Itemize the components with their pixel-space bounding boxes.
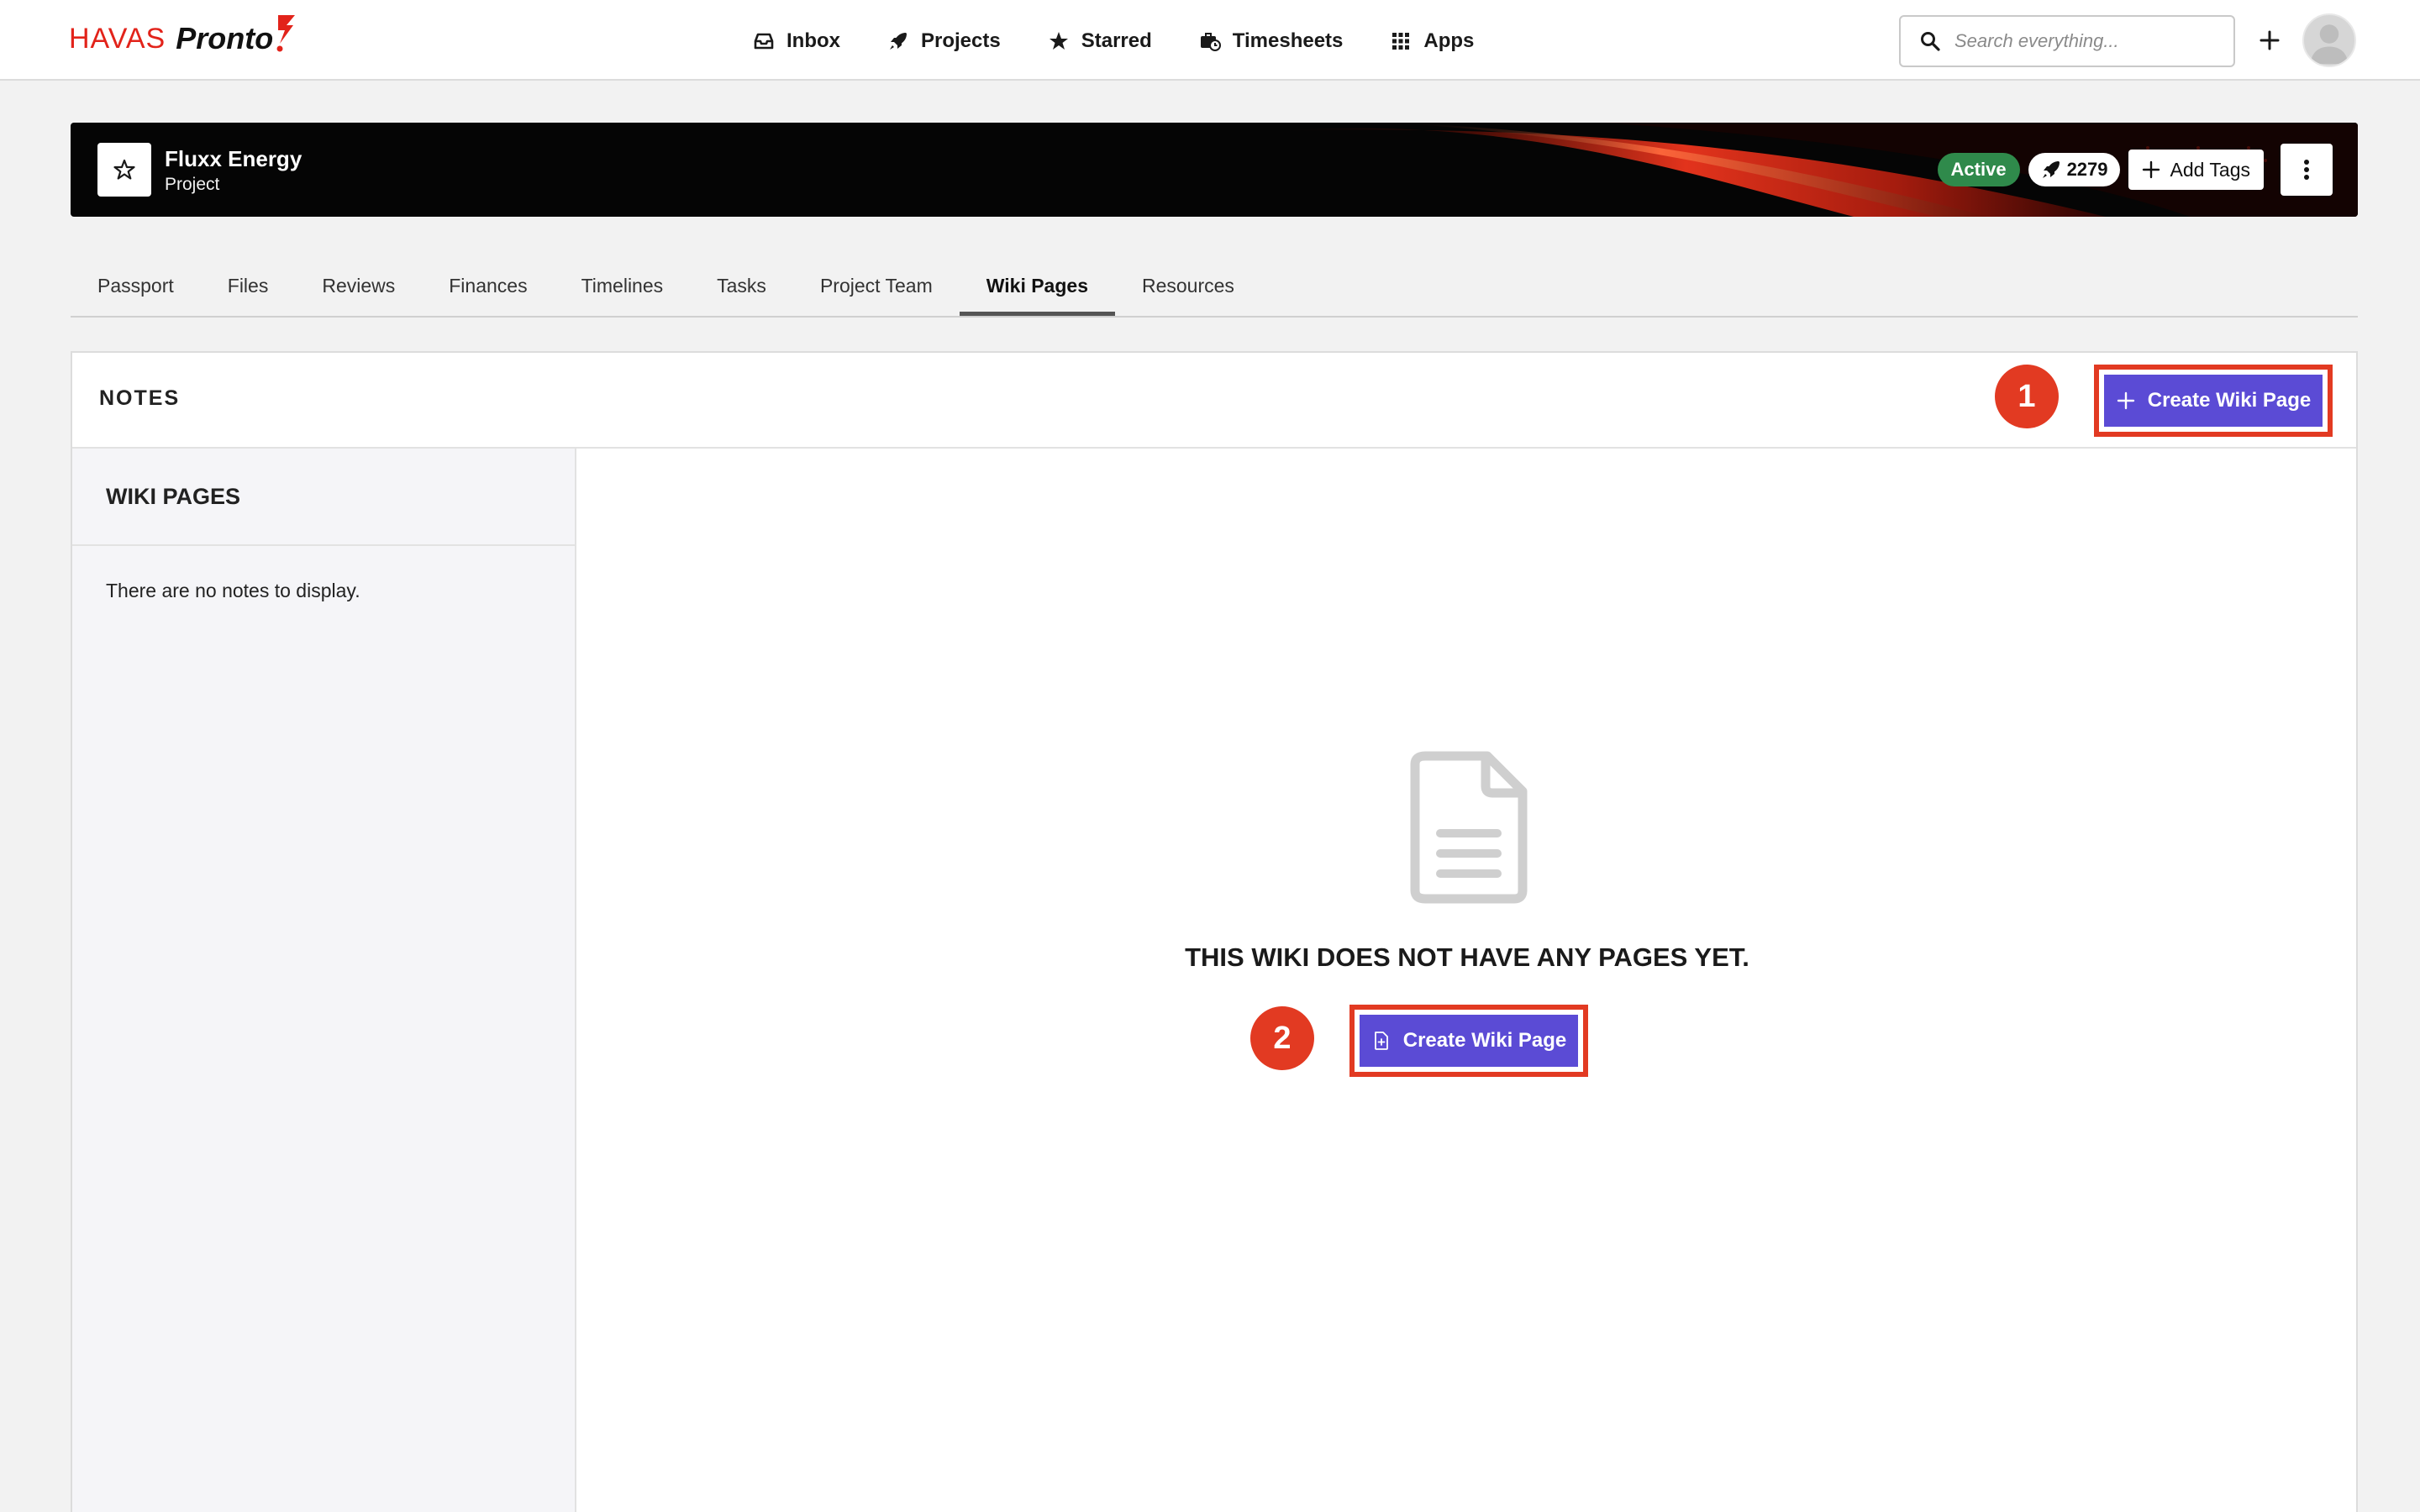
- nav-starred[interactable]: Starred: [1048, 29, 1152, 53]
- top-nav-bar: HAVAS Pronto Inbox Projects Starred Time…: [0, 0, 2420, 81]
- favorite-project-button[interactable]: [97, 143, 151, 197]
- nav-timesheets-label: Timesheets: [1232, 29, 1344, 52]
- tab-passport[interactable]: Passport: [71, 254, 201, 316]
- plus-icon: [2117, 391, 2134, 410]
- rocket-icon: [890, 33, 907, 50]
- logo-havas-text: HAVAS: [69, 22, 166, 55]
- main-nav: Inbox Projects Starred Timesheets Apps: [753, 22, 1474, 60]
- search-box: [1899, 15, 2235, 67]
- file-add-icon: [1374, 1032, 1388, 1050]
- callout-marker-1: 1: [1995, 365, 2059, 428]
- project-name: Fluxx Energy: [165, 146, 302, 171]
- notes-panel: NOTES 1 Create Wiki Page WIKI PAGES Ther…: [71, 351, 2358, 1512]
- create-wiki-page-label: Create Wiki Page: [2147, 389, 2312, 412]
- nav-inbox-label: Inbox: [786, 29, 840, 52]
- tab-resources[interactable]: Resources: [1115, 254, 1261, 316]
- user-avatar[interactable]: [2302, 13, 2356, 67]
- add-tags-button[interactable]: Add Tags: [2128, 150, 2264, 190]
- tab-files[interactable]: Files: [201, 254, 296, 316]
- wiki-empty-state: [576, 449, 2358, 1512]
- user-silhouette-icon: [2310, 24, 2349, 65]
- project-menu-button[interactable]: [2281, 144, 2333, 196]
- search-icon: [1921, 32, 1940, 51]
- timesheet-icon: [1200, 33, 1221, 51]
- nav-projects[interactable]: Projects: [887, 29, 1001, 53]
- highlight-frame-2: Create Wiki Page: [1349, 1005, 1588, 1077]
- highlight-frame-1: Create Wiki Page: [2094, 365, 2333, 437]
- inbox-icon: [754, 33, 774, 50]
- tab-project-team[interactable]: Project Team: [793, 254, 960, 316]
- grid-icon: [1392, 33, 1410, 50]
- plus-icon: [2142, 160, 2160, 179]
- notes-panel-header: NOTES 1 Create Wiki Page: [72, 353, 2356, 449]
- project-count-badge: 2279: [2028, 153, 2120, 186]
- create-wiki-page-button[interactable]: Create Wiki Page: [2104, 375, 2323, 427]
- document-icon: [1410, 751, 1528, 904]
- project-count: 2279: [2066, 159, 2108, 180]
- search-input[interactable]: [1954, 30, 2223, 52]
- nav-projects-label: Projects: [921, 29, 1001, 52]
- project-badges: Active 2279 Add Tags: [1937, 144, 2333, 196]
- create-wiki-page-empty-button[interactable]: Create Wiki Page: [1360, 1015, 1578, 1067]
- tab-reviews[interactable]: Reviews: [295, 254, 422, 316]
- project-tabs: Passport Files Reviews Finances Timeline…: [71, 255, 2358, 318]
- nav-timesheets[interactable]: Timesheets: [1199, 29, 1344, 53]
- no-notes-message: There are no notes to display.: [106, 580, 360, 601]
- nav-apps[interactable]: Apps: [1390, 29, 1474, 53]
- more-vertical-icon: [2304, 160, 2309, 180]
- notes-title: NOTES: [99, 386, 181, 410]
- project-banner: Fluxx Energy Project Active 2279 Add Tag…: [71, 123, 2358, 217]
- star-outline-icon: [113, 159, 135, 180]
- wiki-pages-heading: WIKI PAGES: [72, 449, 575, 546]
- nav-inbox[interactable]: Inbox: [753, 29, 840, 53]
- havas-pronto-logo[interactable]: HAVAS Pronto: [69, 15, 297, 60]
- nav-apps-label: Apps: [1423, 29, 1475, 52]
- callout-marker-2: 2: [1250, 1006, 1314, 1070]
- create-wiki-page-empty-label: Create Wiki Page: [1402, 1029, 1567, 1052]
- logo-pronto-text: Pronto: [176, 21, 274, 55]
- star-icon: [1049, 32, 1068, 50]
- rocket-icon: [2042, 161, 2060, 178]
- plus-icon: [2260, 30, 2280, 50]
- wiki-pages-sidebar: WIKI PAGES There are no notes to display…: [72, 449, 576, 1512]
- create-new-button[interactable]: [2252, 20, 2287, 60]
- tab-timelines[interactable]: Timelines: [555, 254, 691, 316]
- nav-starred-label: Starred: [1081, 29, 1152, 52]
- tab-tasks[interactable]: Tasks: [690, 254, 793, 316]
- add-tags-label: Add Tags: [2170, 158, 2250, 181]
- tab-finances[interactable]: Finances: [422, 254, 554, 316]
- project-type: Project: [165, 175, 220, 194]
- lightning-bolt-icon: [276, 15, 296, 52]
- status-badge: Active: [1937, 153, 2020, 186]
- empty-wiki-message: THIS WIKI DOES NOT HAVE ANY PAGES YET.: [1185, 942, 1749, 972]
- tab-wiki-pages[interactable]: Wiki Pages: [959, 254, 1115, 316]
